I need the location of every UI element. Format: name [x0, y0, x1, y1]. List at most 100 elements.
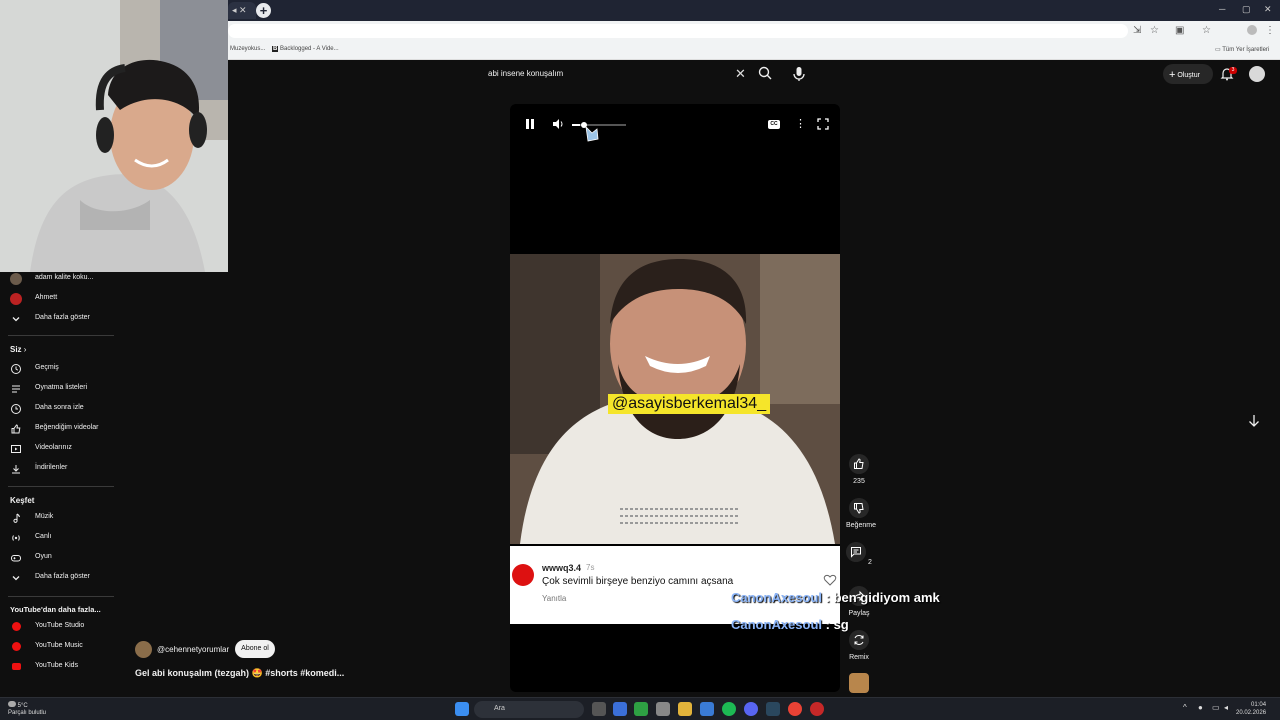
bookmark-item[interactable]: B Backlogged - A Vide...	[272, 46, 339, 52]
heart-icon	[823, 574, 837, 586]
video-handle-overlay: @asayisberkemal34_	[608, 394, 771, 414]
widgets-icon[interactable]	[656, 702, 670, 716]
chat-username: CanonAxesoul	[731, 617, 823, 632]
menu-dots-icon[interactable]: ⋮	[1265, 25, 1275, 36]
sidebar-item-gaming[interactable]: Oyun	[0, 549, 118, 567]
clock[interactable]: 01:04 20.02.2026	[1236, 701, 1266, 717]
sidebar-explore-heading: Keşfet	[10, 496, 35, 505]
sidebar-item-your-videos[interactable]: Videolarınız	[0, 440, 118, 458]
arrow-down-icon[interactable]	[1243, 410, 1265, 432]
close-window-button[interactable]: ✕	[1264, 4, 1272, 15]
microphone-tray-icon[interactable]: ●	[1198, 703, 1203, 712]
sidebar-item-watch-later[interactable]: Daha sonra izle	[0, 400, 118, 418]
sidebar-item-downloads[interactable]: İndirilenler	[0, 460, 118, 478]
sidebar-item-subscription-ahmett[interactable]: Ahmett	[0, 290, 118, 308]
fullscreen-icon[interactable]	[817, 118, 829, 130]
sound-thumbnail[interactable]	[849, 673, 869, 693]
remix-button[interactable]: Remix	[846, 630, 872, 661]
bookmark-star-icon[interactable]: ☆	[1202, 25, 1211, 36]
install-icon[interactable]: ⇲	[1133, 25, 1141, 36]
opera-icon[interactable]	[810, 702, 824, 716]
chrome-icon[interactable]	[788, 702, 802, 716]
sidebar-divider	[8, 596, 114, 597]
all-bookmarks[interactable]: ▭ Tüm Yer İşaretleri	[1215, 46, 1269, 53]
comments-button[interactable]: 2	[846, 542, 872, 566]
browser-tab[interactable]: ◂ ✕	[228, 2, 256, 19]
sidebar: adam kalite koku... Ahmett Daha fazla gö…	[0, 270, 120, 695]
taskbar-search[interactable]: Ara	[474, 701, 584, 718]
comment-icon	[846, 542, 867, 562]
microphone-icon[interactable]	[789, 64, 809, 84]
xbox-icon[interactable]	[634, 702, 648, 716]
taskbar-search-placeholder: Ara	[494, 705, 505, 712]
chevron-down-icon	[12, 576, 20, 581]
minimize-button[interactable]: ─	[1219, 4, 1225, 14]
taskbar: 5°C Parçalı bulutlu Ara ^ ● ▭ ◂ 01:04 20…	[0, 697, 1280, 720]
channel-avatar	[10, 273, 22, 285]
copilot-icon[interactable]	[613, 702, 627, 716]
thumbs-down-icon	[849, 498, 869, 518]
sidebar-item-playlists[interactable]: Oynatma listeleri	[0, 380, 118, 398]
sidebar-item-live[interactable]: Canlı	[0, 529, 118, 547]
sidebar-item-subscription-adam[interactable]: adam kalite koku...	[0, 270, 118, 288]
channel-name[interactable]: @cehennetyorumlar	[157, 645, 229, 654]
cursor-pointer-icon	[581, 122, 599, 142]
create-button[interactable]: + Oluştur	[1163, 64, 1213, 84]
like-button[interactable]: 235	[846, 454, 872, 485]
volume-tray-icon[interactable]: ◂	[1224, 703, 1228, 712]
sidebar-explore-show-more[interactable]: Daha fazla göster	[0, 569, 118, 587]
steam-icon[interactable]	[766, 702, 780, 716]
windows-start-icon[interactable]	[455, 702, 469, 716]
notification-badge: 3	[1229, 67, 1237, 74]
extensions-icon[interactable]: ▣	[1175, 25, 1184, 36]
volume-icon[interactable]	[551, 117, 565, 131]
channel-avatar[interactable]	[135, 641, 152, 658]
sidebar-item-youtube-studio[interactable]: YouTube Studio	[0, 618, 118, 636]
music-icon	[13, 513, 20, 523]
more-options-icon[interactable]: ⋮	[795, 117, 806, 130]
bookmark-item[interactable]: Muzeyokus...	[230, 46, 265, 52]
video-frame: @asayisberkemal34_	[510, 254, 840, 544]
plus-icon: +	[1169, 69, 1176, 81]
sidebar-item-liked-videos[interactable]: Beğendiğim videolar	[0, 420, 118, 438]
discord-icon[interactable]	[744, 702, 758, 716]
clock-date: 20.02.2026	[1236, 710, 1267, 716]
spotify-icon[interactable]	[722, 702, 736, 716]
search-input[interactable]: abi insene konuşalım	[488, 69, 563, 78]
search-box[interactable]: abi insene konuşalım ✕	[482, 64, 778, 84]
sidebar-item-youtube-kids[interactable]: YouTube Kids	[0, 658, 118, 676]
sidebar-show-more[interactable]: Daha fazla göster	[0, 310, 118, 328]
task-view-icon[interactable]	[592, 702, 606, 716]
maximize-button[interactable]: ▢	[1242, 4, 1251, 15]
sidebar-you-heading[interactable]: Siz ›	[10, 345, 26, 354]
tray-chevron-icon[interactable]: ^	[1183, 703, 1187, 712]
star-icon[interactable]: ☆	[1150, 25, 1159, 36]
store-icon[interactable]	[700, 702, 714, 716]
file-explorer-icon[interactable]	[678, 702, 692, 716]
chat-text: sg	[833, 617, 849, 632]
youtube-kids-icon	[12, 663, 21, 670]
new-tab-button[interactable]: +	[256, 3, 271, 18]
pause-icon[interactable]	[525, 118, 535, 130]
clear-search-icon[interactable]: ✕	[735, 66, 746, 82]
weather-widget[interactable]: 5°C Parçalı bulutlu	[8, 701, 46, 717]
comment-card: wwwq3.4 7s Çok sevimli birşeye benziyo c…	[510, 546, 840, 624]
sidebar-item-music[interactable]: Müzik	[0, 509, 118, 527]
captions-icon[interactable]: CC	[768, 120, 780, 129]
sidebar-more-heading: YouTube'dan daha fazla...	[10, 605, 101, 614]
sidebar-item-youtube-music[interactable]: YouTube Music	[0, 638, 118, 656]
comment-age: 7s	[586, 563, 595, 572]
account-avatar[interactable]	[1249, 66, 1265, 82]
sidebar-item-history[interactable]: Geçmiş	[0, 360, 118, 378]
subscribe-button[interactable]: Abone ol	[235, 640, 275, 658]
video-title[interactable]: Gel abi konuşalım (tezgah) 🤩 #shorts #ko…	[135, 668, 344, 679]
profile-icon[interactable]	[1247, 25, 1257, 35]
dislike-button[interactable]: Beğenme	[846, 498, 876, 529]
search-icon[interactable]	[757, 65, 773, 81]
remix-icon	[849, 630, 869, 650]
address-bar[interactable]	[228, 24, 1128, 38]
comment-count: 2	[868, 559, 872, 566]
network-icon[interactable]: ▭	[1212, 703, 1220, 712]
weather-icon	[8, 701, 16, 707]
youtube-studio-icon	[12, 622, 21, 631]
